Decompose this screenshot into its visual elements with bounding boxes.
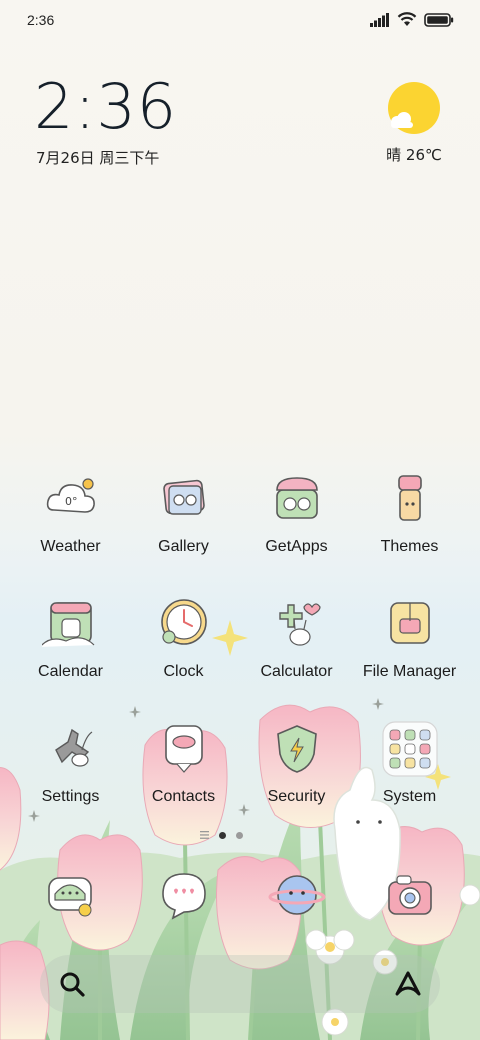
app-label: Clock — [163, 663, 204, 680]
clock-widget-date[interactable]: 7月26日 周三下午 — [36, 147, 159, 168]
clock-widget-time[interactable]: 2:36 — [34, 76, 177, 138]
folder-icon — [389, 602, 430, 644]
app-weather[interactable]: 0° Weather — [14, 470, 127, 556]
app-label: Gallery — [158, 538, 209, 555]
contacts-icon — [164, 725, 203, 773]
signal-icon — [370, 12, 389, 27]
app-getapps[interactable]: GetApps — [240, 470, 353, 556]
app-clock[interactable]: Clock — [127, 595, 240, 681]
app-label: Themes — [380, 538, 439, 555]
app-calendar[interactable]: Calendar — [14, 595, 127, 681]
phone-icon[interactable] — [41, 866, 99, 924]
status-bar-time: 2:36 — [27, 12, 55, 28]
wifi-icon — [397, 12, 417, 26]
camera-icon[interactable] — [381, 866, 439, 924]
app-label: Calculator — [260, 663, 333, 680]
app-settings[interactable]: Settings — [14, 720, 127, 806]
app-contacts[interactable]: Contacts — [127, 720, 240, 806]
assistant-icon[interactable] — [394, 970, 422, 998]
app-file-manager[interactable]: File Manager — [353, 595, 466, 681]
brush-icon — [397, 475, 422, 521]
app-label: GetApps — [265, 538, 328, 555]
app-security[interactable]: Security — [240, 720, 353, 806]
weather-text: 晴 26℃ — [386, 146, 442, 164]
app-system-folder[interactable]: System — [353, 720, 466, 806]
app-label: File Manager — [362, 663, 457, 680]
gear-icon — [54, 728, 92, 767]
list-view-icon — [200, 831, 209, 839]
clock-icon — [160, 599, 207, 645]
weather-widget[interactable]: 晴 26℃ — [384, 82, 444, 165]
calculator-icon — [278, 603, 321, 646]
page-dot-active — [219, 831, 226, 839]
search-bar[interactable] — [40, 955, 440, 1013]
app-calculator[interactable]: Calculator — [240, 595, 353, 681]
photos-icon — [162, 479, 205, 515]
app-label: System — [382, 788, 437, 805]
app-label: Security — [267, 788, 326, 805]
app-folder-icon — [381, 721, 438, 777]
store-icon — [275, 477, 318, 519]
page-indicator[interactable] — [200, 831, 243, 839]
app-label: Weather — [40, 538, 101, 555]
calendar-icon — [41, 602, 94, 647]
app-gallery[interactable]: Gallery — [127, 470, 240, 556]
app-themes[interactable]: Themes — [353, 470, 466, 556]
app-label: Contacts — [151, 788, 216, 805]
home-screen: 2:36 2:36 7月26日 周三下午 晴 26℃ 0° Weather Ga… — [0, 0, 480, 1040]
status-bar-icons — [370, 12, 454, 27]
app-label: Settings — [41, 788, 100, 805]
cloud-icon: 0° — [46, 478, 95, 513]
battery-icon — [424, 12, 454, 27]
sun-cloud-icon — [388, 82, 440, 134]
app-label: Calendar — [38, 663, 103, 680]
search-icon[interactable] — [58, 970, 86, 998]
page-dot — [236, 831, 243, 839]
svg-text:0°: 0° — [65, 495, 78, 508]
browser-icon[interactable] — [268, 866, 326, 924]
messages-icon[interactable] — [155, 866, 213, 924]
shield-icon — [276, 725, 317, 773]
